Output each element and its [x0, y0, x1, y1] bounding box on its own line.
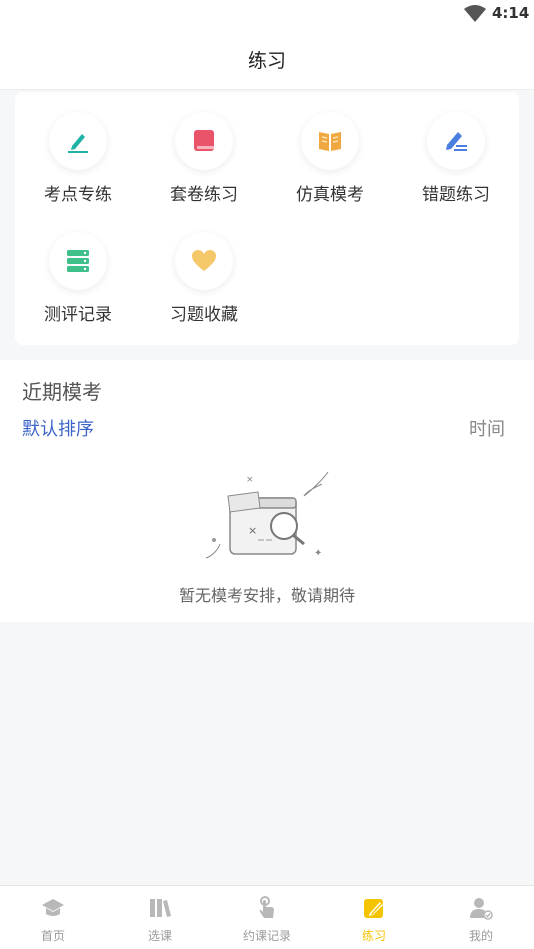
open-book-icon [319, 132, 341, 151]
pencil-square-icon [364, 899, 383, 918]
menu-icon-circle [49, 232, 107, 290]
tab-label: 约课记录 [242, 929, 291, 943]
menu-item-label: 测评记录 [44, 305, 112, 325]
svg-text:×: × [248, 524, 257, 537]
menu-item-topic-practice[interactable]: 考点专练 [15, 92, 141, 205]
menu-item-label: 套卷练习 [170, 185, 238, 205]
tab-home[interactable]: 首页 [0, 886, 106, 949]
status-time: 4:14 [492, 4, 530, 22]
tab-label: 练习 [361, 929, 386, 943]
tab-practice[interactable]: 练习 [321, 886, 427, 949]
recent-mock-exams-section: 近期模考 默认排序 时间 × ✦ × 暂无模考安排，敬请期待 [0, 360, 534, 622]
tab-label: 选课 [147, 929, 172, 943]
menu-icon-circle [49, 112, 107, 170]
edit-lines-icon [446, 132, 467, 151]
menu-item-label: 习题收藏 [170, 305, 238, 325]
pen-underline-icon [68, 134, 88, 153]
menu-item-label: 考点专练 [44, 185, 112, 205]
menu-item-assessment-records[interactable]: 测评记录 [15, 212, 141, 325]
books-icon [150, 899, 171, 917]
menu-item-favorites[interactable]: 习题收藏 [141, 212, 267, 325]
tab-label: 首页 [40, 929, 65, 943]
practice-menu-card: 考点专练 套卷练习 仿真模考 错题练习 测评记录 习题收藏 [15, 92, 519, 345]
heart-icon [192, 250, 216, 271]
book-icon [194, 130, 214, 151]
menu-item-wrong-questions[interactable]: 错题练习 [393, 92, 519, 205]
wifi-icon [464, 5, 486, 22]
menu-item-label: 错题练习 [422, 185, 490, 205]
empty-state-text: 暂无模考安排，敬请期待 [178, 586, 355, 605]
tab-mine[interactable]: 我的 [428, 886, 534, 949]
list-stack-icon [67, 250, 89, 272]
menu-item-paper-practice[interactable]: 套卷练习 [141, 92, 267, 205]
menu-item-mock-exam[interactable]: 仿真模考 [267, 92, 393, 205]
user-icon [470, 898, 493, 920]
svg-text:×: × [246, 475, 254, 485]
menu-item-label: 仿真模考 [296, 185, 364, 205]
sort-default-button[interactable]: 默认排序 [22, 415, 94, 441]
menu-icon-circle [175, 112, 233, 170]
section-title: 近期模考 [22, 380, 102, 404]
svg-text:✦: ✦ [314, 548, 322, 559]
bottom-tab-bar: 首页 选课 约课记录 练习 我的 [0, 885, 534, 949]
app-header: 练习 [0, 30, 534, 90]
menu-icon-circle [175, 232, 233, 290]
status-bar: 4:14 [0, 0, 534, 30]
empty-state-illustration: × ✦ × [205, 471, 329, 559]
menu-icon-circle [301, 112, 359, 170]
graduation-cap-icon [42, 899, 64, 916]
page-title: 练习 [247, 50, 286, 72]
menu-icon-circle [427, 112, 485, 170]
tab-label: 我的 [468, 929, 493, 943]
tab-booking-records[interactable]: 约课记录 [214, 886, 320, 949]
tab-course-select[interactable]: 选课 [107, 886, 213, 949]
practice-screen: 4:14 练习 考点专练 套卷练习 仿真模考 错题练习 测评记录 习题收藏 近期… [0, 0, 534, 949]
hand-pointer-icon [259, 896, 274, 918]
sort-time-button[interactable]: 时间 [469, 415, 505, 441]
